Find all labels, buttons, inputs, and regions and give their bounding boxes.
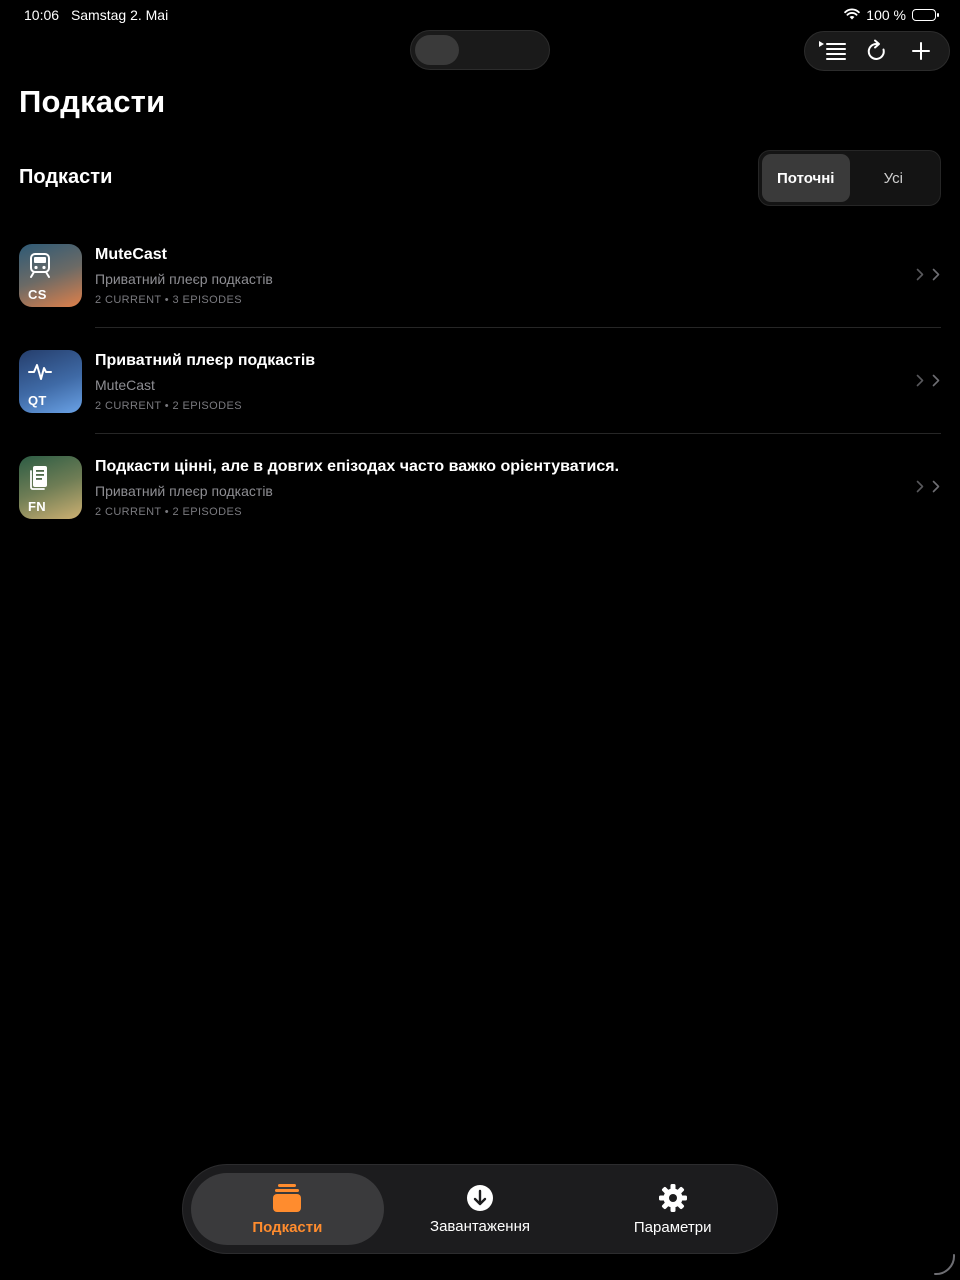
chevron-right-icon: [932, 374, 940, 387]
playlist-button[interactable]: [813, 33, 853, 69]
podcast-subtitle: Приватний плеєр подкастів: [95, 483, 273, 499]
podcasts-stack-icon: [273, 1183, 302, 1212]
podcasts-screen: 10:06 Samstag 2. Mai 100 % Подкасти Подк…: [0, 0, 960, 1280]
mode-toggle[interactable]: [410, 30, 550, 70]
podcast-subtitle: MuteCast: [95, 377, 155, 393]
gear-icon: [658, 1183, 687, 1212]
tab-downloads[interactable]: Завантаження: [384, 1173, 577, 1245]
battery-icon: [912, 9, 939, 21]
podcast-artwork: FN: [19, 456, 82, 519]
podcast-text: Приватний плеєр подкастів MuteCast 2 CUR…: [95, 352, 900, 412]
podcast-title: MuteCast: [95, 246, 168, 263]
podcast-text: MuteCast Приватний плеєр подкастів 2 CUR…: [95, 246, 900, 306]
podcast-meta: 2 CURRENT • 3 EPISODES: [95, 294, 242, 306]
chevron-right-icon: [916, 480, 924, 493]
row-chevrons: [916, 268, 940, 281]
section-title: Подкасти: [19, 166, 113, 188]
page-title: Подкасти: [19, 84, 166, 119]
podcast-code: QT: [28, 393, 47, 408]
status-left: 10:06 Samstag 2. Mai: [24, 7, 168, 23]
chevron-right-icon: [932, 268, 940, 281]
wifi-icon: [844, 7, 861, 23]
tab-bar: Подкасти Завантаження Параметри: [182, 1164, 778, 1254]
mode-toggle-knob: [415, 35, 459, 65]
podcast-artwork: QT: [19, 350, 82, 413]
podcast-subtitle: Приватний плеєр подкастів: [95, 271, 273, 287]
tab-podcasts[interactable]: Подкасти: [191, 1173, 384, 1245]
plus-icon: [912, 42, 930, 60]
status-bar: 10:06 Samstag 2. Mai 100 %: [0, 0, 960, 30]
podcast-row[interactable]: QT Приватний плеєр подкастів MuteCast 2 …: [0, 328, 960, 434]
row-chevrons: [916, 480, 940, 493]
playlist-icon: [819, 41, 846, 60]
segment-current[interactable]: Поточні: [762, 154, 850, 202]
tab-label: Завантаження: [430, 1217, 530, 1235]
tab-label: Подкасти: [252, 1218, 323, 1236]
tab-settings[interactable]: Параметри: [576, 1173, 769, 1245]
chevron-right-icon: [916, 374, 924, 387]
train-icon: [30, 253, 50, 278]
chevron-right-icon: [932, 480, 940, 493]
add-podcast-button[interactable]: [901, 33, 941, 69]
podcast-code: CS: [28, 287, 47, 302]
podcast-list: CS MuteCast Приватний плеєр подкастів 2 …: [0, 222, 960, 540]
download-icon: [467, 1184, 493, 1211]
podcast-meta: 2 CURRENT • 2 EPISODES: [95, 400, 242, 412]
row-chevrons: [916, 374, 940, 387]
podcast-meta: 2 CURRENT • 2 EPISODES: [95, 506, 242, 518]
status-time: 10:06: [24, 7, 60, 23]
podcast-title: Подкасти цінні, але в довгих епізодах ча…: [95, 458, 620, 475]
battery-percent: 100 %: [866, 7, 906, 23]
toolbar: [804, 31, 950, 71]
podcast-text: Подкасти цінні, але в довгих епізодах ча…: [95, 458, 900, 518]
resize-handle-icon: [934, 1254, 956, 1276]
podcast-row[interactable]: CS MuteCast Приватний плеєр подкастів 2 …: [0, 222, 960, 328]
document-icon: [30, 466, 47, 490]
status-date: Samstag 2. Mai: [70, 7, 169, 23]
podcast-title: Приватний плеєр подкастів: [95, 352, 316, 369]
tab-label: Параметри: [633, 1218, 712, 1236]
waveform-icon: [28, 364, 52, 380]
refresh-icon: [867, 39, 885, 60]
status-right: 100 %: [844, 7, 939, 23]
chevron-right-icon: [916, 268, 924, 281]
filter-segmented-control: Поточні Усі: [758, 150, 941, 206]
podcast-artwork: CS: [19, 244, 82, 307]
segment-all[interactable]: Усі: [850, 154, 938, 202]
podcast-code: FN: [28, 499, 46, 514]
podcast-row[interactable]: FN Подкасти цінні, але в довгих епізодах…: [0, 434, 960, 540]
refresh-button[interactable]: [857, 33, 897, 69]
